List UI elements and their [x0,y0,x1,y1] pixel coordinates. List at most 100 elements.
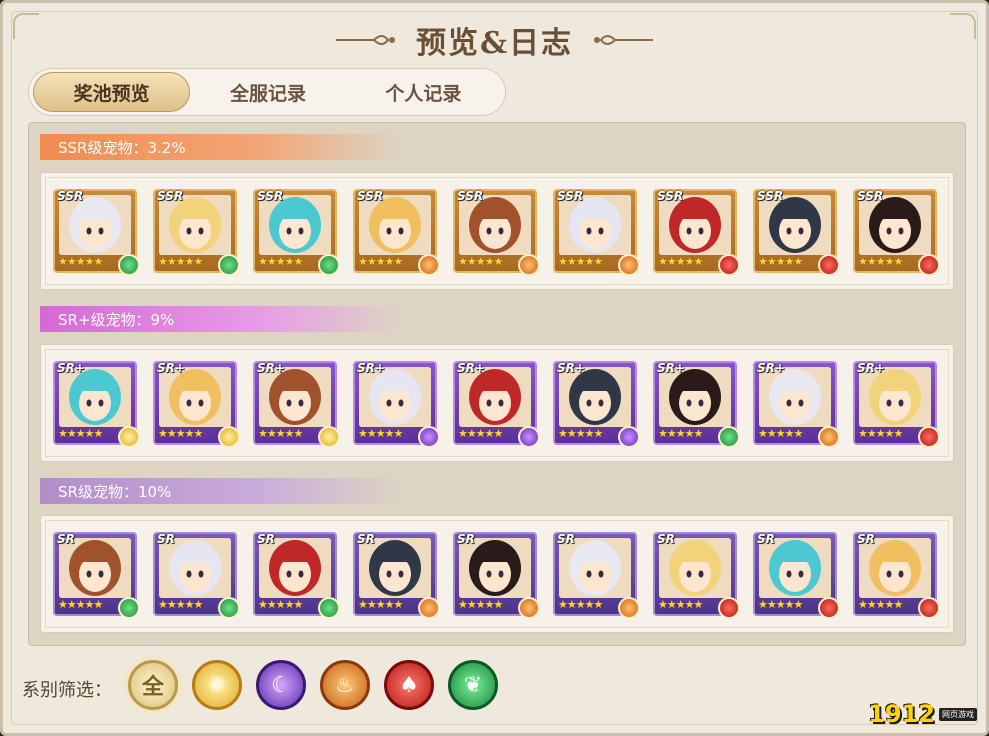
filter-light-button[interactable]: ✺ [192,660,242,710]
rarity-tag: SSR [57,189,84,203]
red-element-icon [818,597,840,619]
pet-card[interactable]: SR+ ★★★★★ [353,361,440,448]
pet-card[interactable]: SR ★★★★★ [453,532,540,619]
filter-fire-button[interactable]: ♠ [384,660,434,710]
pet-portrait [559,195,631,255]
pet-portrait [559,538,631,598]
element-filter-group: 全 ✺ ☾ ♨ ♠ ❦ [128,660,498,710]
star-rating: ★★★★★ [858,427,903,440]
pet-card[interactable]: SR+ ★★★★★ [53,361,140,448]
filter-earth-button[interactable]: ♨ [320,660,370,710]
pet-card[interactable]: SSR ★★★★★ [653,189,740,276]
filter-wood-button[interactable]: ❦ [448,660,498,710]
pet-card[interactable]: SSR ★★★★★ [453,189,540,276]
pet-card[interactable]: SSR ★★★★★ [53,189,140,276]
gold-element-icon [318,426,340,448]
pet-card[interactable]: SR+ ★★★★★ [653,361,740,448]
green-element-icon [218,254,240,276]
pet-card[interactable]: SSR ★★★★★ [553,189,640,276]
star-rating: ★★★★★ [558,598,603,611]
pet-card[interactable]: SR+ ★★★★★ [153,361,240,448]
tab-personal-records[interactable]: 个人记录 [346,72,501,112]
pet-portrait [159,195,231,255]
pet-card[interactable]: SR ★★★★★ [853,532,940,619]
pet-card[interactable]: SR+ ★★★★★ [453,361,540,448]
pet-row-sr: SR ★★★★★ SR ★★★★★ SR ★★★★★ SR ★★★★★ SR ★★★★★ SR ★★★… [40,515,954,633]
rarity-tag: SSR [457,189,484,203]
pet-card[interactable]: SR ★★★★★ [553,532,640,619]
pet-card[interactable]: SR+ ★★★★★ [753,361,840,448]
red-element-icon [918,426,940,448]
rarity-tag: SR [257,532,275,546]
green-element-icon [318,597,340,619]
pet-card[interactable]: SR ★★★★★ [153,532,240,619]
pet-card[interactable]: SSR ★★★★★ [353,189,440,276]
star-rating: ★★★★★ [558,427,603,440]
red-element-icon [818,254,840,276]
star-rating: ★★★★★ [658,255,703,268]
orange-element-icon [518,254,540,276]
pet-row-ssr: SSR ★★★★★ SSR ★★★★★ SSR ★★★★★ SSR ★★★★★ SSR ★★★★★… [40,172,954,290]
pet-card[interactable]: SR ★★★★★ [253,532,340,619]
rarity-tag: SSR [257,189,284,203]
rarity-tag: SSR [157,189,184,203]
pet-card[interactable]: SSR ★★★★★ [753,189,840,276]
green-element-icon [318,254,340,276]
star-rating: ★★★★★ [258,255,303,268]
tier-label-srplus: SR+级宠物：9% [40,306,400,332]
rarity-tag: SSR [357,189,384,203]
pet-portrait [659,195,731,255]
red-element-icon [918,597,940,619]
pet-card[interactable]: SR+ ★★★★★ [253,361,340,448]
tab-pool-preview[interactable]: 奖池预览 [33,72,191,112]
pet-portrait [359,367,431,427]
rarity-tag: SR+ [357,361,385,375]
purple-element-icon [418,426,440,448]
star-rating: ★★★★★ [258,427,303,440]
rarity-tag: SR+ [157,361,185,375]
rarity-tag: SR+ [57,361,85,375]
pet-portrait [859,195,931,255]
pet-card[interactable]: SR ★★★★★ [353,532,440,619]
title-bar: 预览&日志 [0,16,989,64]
pet-portrait [59,538,131,598]
star-rating: ★★★★★ [358,255,403,268]
pet-portrait [859,538,931,598]
pet-card[interactable]: SSR ★★★★★ [853,189,940,276]
rarity-tag: SR [757,532,775,546]
pet-portrait [459,195,531,255]
pet-portrait [359,538,431,598]
filter-all-button[interactable]: 全 [128,660,178,710]
pet-portrait [459,367,531,427]
pet-card[interactable]: SR+ ★★★★★ [853,361,940,448]
rarity-tag: SR+ [257,361,285,375]
green-element-icon [118,597,140,619]
star-rating: ★★★★★ [658,598,703,611]
pet-card[interactable]: SR+ ★★★★★ [553,361,640,448]
rarity-tag: SR+ [657,361,685,375]
orange-element-icon [418,597,440,619]
pet-card[interactable]: SSR ★★★★★ [253,189,340,276]
watermark-logo: 1912 [868,700,935,728]
page-title: 预览&日志 [415,26,574,61]
star-rating: ★★★★★ [58,255,103,268]
pet-portrait [859,367,931,427]
pet-portrait [259,538,331,598]
pet-card[interactable]: SR ★★★★★ [53,532,140,619]
pet-card[interactable]: SSR ★★★★★ [153,189,240,276]
purple-element-icon [518,426,540,448]
orange-element-icon [818,426,840,448]
pet-card[interactable]: SR ★★★★★ [753,532,840,619]
gold-element-icon [118,426,140,448]
pet-portrait [159,367,231,427]
star-rating: ★★★★★ [58,427,103,440]
rarity-tag: SSR [557,189,584,203]
pet-card[interactable]: SR ★★★★★ [653,532,740,619]
filter-dark-button[interactable]: ☾ [256,660,306,710]
left-flourish-icon [334,30,398,50]
tab-server-records[interactable]: 全服记录 [190,72,345,112]
star-rating: ★★★★★ [458,255,503,268]
rarity-tag: SSR [857,189,884,203]
tier-label-ssr: SSR级宠物：3.2% [40,134,400,160]
orange-element-icon [618,597,640,619]
